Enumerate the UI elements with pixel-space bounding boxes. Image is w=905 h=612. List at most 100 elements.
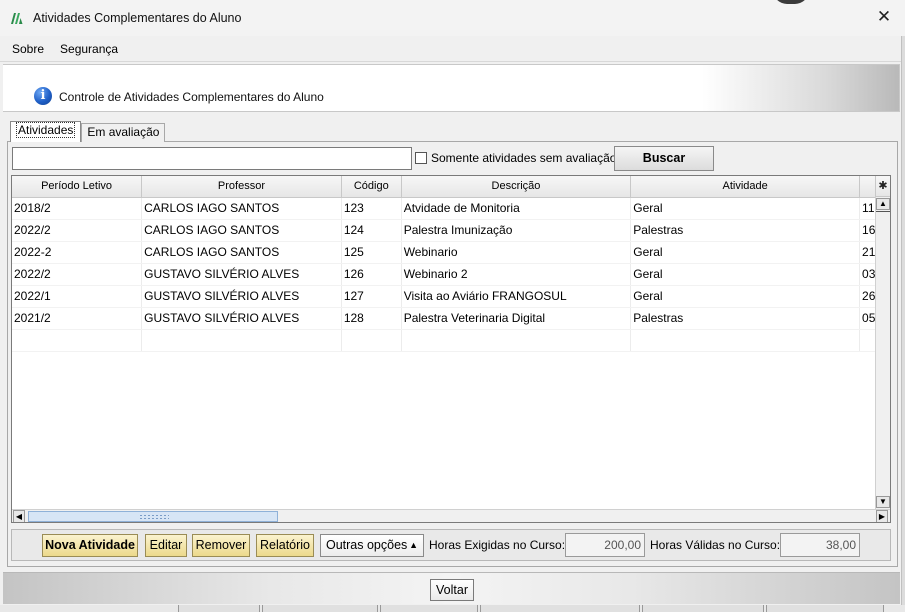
cell-professor[interactable]: CARLOS IAGO SANTOS xyxy=(141,241,342,264)
remover-button[interactable]: Remover xyxy=(192,534,250,557)
table-row[interactable]: 2022/1 GUSTAVO SILVÉRIO ALVES 127 Visita… xyxy=(12,285,890,308)
horas-exigidas-field: 200,00 xyxy=(565,533,645,557)
scroll-track-edge xyxy=(876,211,890,212)
cell-periodo[interactable] xyxy=(12,329,143,352)
cell-descricao[interactable] xyxy=(401,329,632,352)
horas-exigidas-label: Horas Exigidas no Curso: xyxy=(429,538,566,552)
cell-periodo[interactable]: 2022-2 xyxy=(12,241,143,264)
background-tab xyxy=(178,605,260,612)
scroll-down-icon[interactable]: ▼ xyxy=(876,496,890,508)
scroll-right-icon[interactable]: ▶ xyxy=(876,510,888,522)
horizontal-scrollbar[interactable]: ◀ ▶ xyxy=(12,509,890,522)
vertical-scrollbar[interactable]: ▲ ▼ xyxy=(875,197,890,509)
title-bar: Atividades Complementares do Aluno ✕ xyxy=(0,0,905,36)
cell-descricao[interactable]: Atvidade de Monitoria xyxy=(401,197,632,220)
filter-checkbox-group[interactable]: Somente atividades sem avaliação xyxy=(415,151,616,165)
cell-descricao[interactable]: Palestra Imunização xyxy=(401,219,632,242)
cell-atividade[interactable]: Geral xyxy=(630,263,861,286)
table-header-row: Período Letivo Professor Código Descriçã… xyxy=(12,176,890,198)
table-row[interactable]: 2018/2 CARLOS IAGO SANTOS 123 Atvidade d… xyxy=(12,197,890,220)
tab-atividades[interactable]: Atividades xyxy=(10,121,82,142)
cell-professor[interactable]: CARLOS IAGO SANTOS xyxy=(141,197,342,220)
search-button[interactable]: Buscar xyxy=(614,146,714,171)
outras-opcoes-label: Outras opções xyxy=(326,538,408,552)
cell-descricao[interactable]: Webinario 2 xyxy=(401,263,632,286)
cell-professor[interactable]: GUSTAVO SILVÉRIO ALVES xyxy=(141,285,342,308)
cell-codigo[interactable]: 126 xyxy=(341,263,402,286)
background-window-strip xyxy=(0,605,905,612)
cell-periodo[interactable]: 2018/2 xyxy=(12,197,143,220)
cell-codigo[interactable]: 128 xyxy=(341,307,402,330)
table-row[interactable]: 2022/2 CARLOS IAGO SANTOS 124 Palestra I… xyxy=(12,219,890,242)
footer-bar: Voltar xyxy=(3,572,900,604)
background-tab xyxy=(642,605,764,612)
cell-atividade[interactable]: Palestras xyxy=(630,219,861,242)
cell-codigo[interactable]: 125 xyxy=(341,241,402,264)
menu-sobre[interactable]: Sobre xyxy=(12,42,44,56)
cell-codigo[interactable] xyxy=(341,329,402,352)
relatorio-button[interactable]: Relatório xyxy=(256,534,314,557)
tab-atividades-label: Atividades xyxy=(16,122,76,138)
background-tab xyxy=(766,605,884,612)
cell-professor[interactable]: GUSTAVO SILVÉRIO ALVES xyxy=(141,263,342,286)
horizontal-scroll-thumb[interactable] xyxy=(28,511,278,522)
app-logo-icon xyxy=(11,13,23,24)
header-banner: i Controle de Atividades Complementares … xyxy=(3,64,900,112)
table-row[interactable]: 2022-2 CARLOS IAGO SANTOS 125 Webinario … xyxy=(12,241,890,264)
background-tab xyxy=(262,605,378,612)
column-header-professor[interactable]: Professor xyxy=(141,176,342,198)
table-row[interactable]: 2021/2 GUSTAVO SILVÉRIO ALVES 128 Palest… xyxy=(12,307,890,330)
cell-periodo[interactable]: 2022/1 xyxy=(12,285,143,308)
table-row[interactable]: 2022/2 GUSTAVO SILVÉRIO ALVES 126 Webina… xyxy=(12,263,890,286)
window-right-border xyxy=(901,36,905,612)
column-header-atividade[interactable]: Atividade xyxy=(630,176,861,198)
menu-seguranca[interactable]: Segurança xyxy=(60,42,118,56)
voltar-button[interactable]: Voltar xyxy=(430,579,474,601)
cell-atividade[interactable]: Geral xyxy=(630,197,861,220)
editar-button[interactable]: Editar xyxy=(145,534,187,557)
cell-descricao[interactable]: Visita ao Aviário FRANGOSUL xyxy=(401,285,632,308)
tab-strip: Atividades Em avaliação xyxy=(10,121,166,142)
cell-professor[interactable] xyxy=(141,329,342,352)
no-evaluation-checkbox[interactable] xyxy=(415,152,427,164)
cell-codigo[interactable]: 124 xyxy=(341,219,402,242)
action-toolbar: Nova Atividade Editar Remover Relatório … xyxy=(11,529,891,561)
activities-grid: Período Letivo Professor Código Descriçã… xyxy=(11,175,891,523)
cell-codigo[interactable]: 127 xyxy=(341,285,402,308)
cell-periodo[interactable]: 2022/2 xyxy=(12,219,143,242)
cell-atividade[interactable] xyxy=(630,329,861,352)
no-evaluation-checkbox-label[interactable]: Somente atividades sem avaliação xyxy=(431,151,616,165)
outras-opcoes-dropdown[interactable]: Outras opções ▲ xyxy=(320,534,424,557)
cell-periodo[interactable]: 2022/2 xyxy=(12,263,143,286)
banner-title: Controle de Atividades Complementares do… xyxy=(59,90,324,104)
cell-descricao[interactable]: Palestra Veterinaria Digital xyxy=(401,307,632,330)
column-header-periodo[interactable]: Período Letivo xyxy=(12,176,143,198)
scroll-up-icon[interactable]: ▲ xyxy=(876,198,890,210)
column-header-codigo[interactable]: Código xyxy=(341,176,402,198)
table-row-empty[interactable] xyxy=(12,329,890,352)
cell-atividade[interactable]: Geral xyxy=(630,285,861,308)
column-header-descricao[interactable]: Descrição xyxy=(401,176,632,198)
horas-validas-label: Horas Válidas no Curso: xyxy=(650,538,781,552)
window-title: Atividades Complementares do Aluno xyxy=(33,11,242,25)
info-icon: i xyxy=(34,87,52,105)
cell-atividade[interactable]: Geral xyxy=(630,241,861,264)
scroll-left-icon[interactable]: ◀ xyxy=(13,510,25,522)
cell-descricao[interactable]: Webinario xyxy=(401,241,632,264)
background-tab xyxy=(480,605,640,612)
tab-em-avaliacao[interactable]: Em avaliação xyxy=(81,123,166,142)
caret-up-icon: ▲ xyxy=(409,540,418,550)
search-input[interactable] xyxy=(12,147,412,170)
cell-professor[interactable]: CARLOS IAGO SANTOS xyxy=(141,219,342,242)
background-tab xyxy=(380,605,478,612)
cell-professor[interactable]: GUSTAVO SILVÉRIO ALVES xyxy=(141,307,342,330)
horas-validas-field: 38,00 xyxy=(780,533,860,557)
cell-periodo[interactable]: 2021/2 xyxy=(12,307,143,330)
activities-table: Período Letivo Professor Código Descriçã… xyxy=(12,176,890,352)
close-icon[interactable]: ✕ xyxy=(875,8,893,26)
cell-codigo[interactable]: 123 xyxy=(341,197,402,220)
cell-atividade[interactable]: Palestras xyxy=(630,307,861,330)
scroll-grip-icon xyxy=(139,514,169,520)
column-settings-icon[interactable]: ✱ xyxy=(875,176,890,197)
nova-atividade-button[interactable]: Nova Atividade xyxy=(42,534,138,557)
